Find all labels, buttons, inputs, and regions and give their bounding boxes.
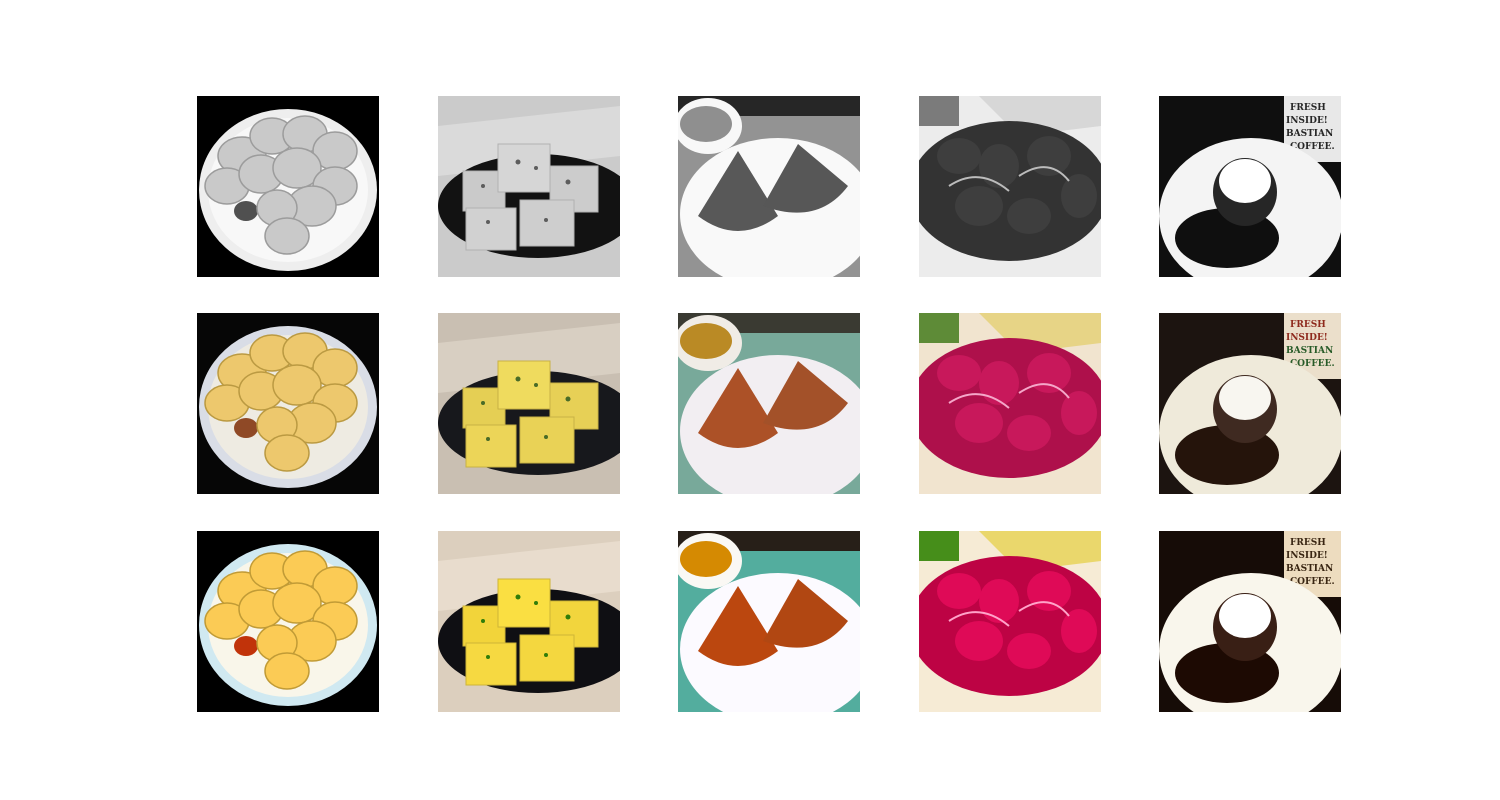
momos-original-image: [197, 531, 379, 712]
cup-text-3: BASTIAN: [1286, 564, 1333, 574]
cup-text-1: FRESH: [1290, 538, 1326, 548]
image-grid: FRESH INSIDE! BASTIAN COFFEE. FRESH INSI…: [0, 0, 1500, 800]
cup-text-3: BASTIAN: [1286, 346, 1333, 356]
beet-curry-original-image: [919, 531, 1101, 712]
cup-text-1: FRESH: [1290, 320, 1326, 330]
cup-text-1: FRESH: [1290, 103, 1326, 113]
dhokla-original-image: [438, 531, 620, 712]
momos-gray-image: [197, 96, 379, 277]
cup-text-3: BASTIAN: [1286, 129, 1333, 139]
beet-curry-colorized-image: [919, 313, 1101, 494]
momos-colorized-image: [197, 313, 379, 494]
cup-text-2: INSIDE!: [1286, 333, 1328, 343]
samosa-colorized-image: [678, 313, 860, 494]
samosa-gray-image: [678, 96, 860, 277]
chocolate-dessert-colorized-image: FRESH INSIDE! BASTIAN COFFEE.: [1159, 313, 1341, 494]
cup-text-2: INSIDE!: [1286, 116, 1328, 126]
cup-text-2: INSIDE!: [1286, 551, 1328, 561]
dhokla-gray-image: [438, 96, 620, 277]
samosa-original-image: [678, 531, 860, 712]
beet-curry-gray-image: [919, 96, 1101, 277]
dhokla-colorized-image: [438, 313, 620, 494]
chocolate-dessert-original-image: FRESH INSIDE! BASTIAN COFFEE.: [1159, 531, 1341, 712]
chocolate-dessert-gray-image: FRESH INSIDE! BASTIAN COFFEE.: [1159, 96, 1341, 277]
